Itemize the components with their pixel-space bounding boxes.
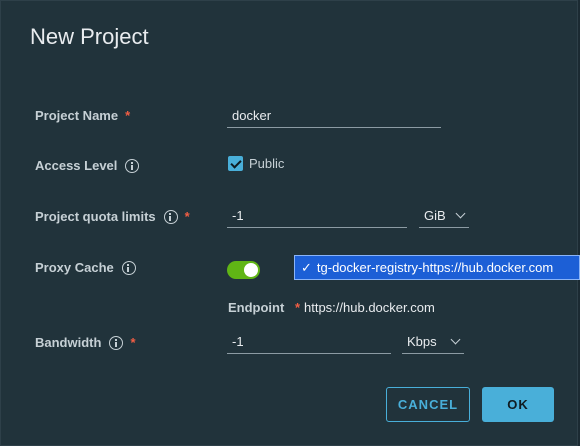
- cancel-button[interactable]: CANCEL: [386, 387, 470, 422]
- quota-input[interactable]: [227, 204, 407, 228]
- checkmark-icon: ✓: [301, 259, 312, 275]
- access-level-label-text: Access Level: [35, 158, 118, 173]
- bandwidth-input[interactable]: [227, 330, 391, 354]
- endpoint-value: https://hub.docker.com: [304, 300, 435, 315]
- access-level-label: Access Level: [35, 158, 140, 173]
- bandwidth-label-text: Bandwidth: [35, 335, 102, 350]
- toggle-knob: [244, 263, 258, 277]
- new-project-dialog: New Project Project Name * Access Level …: [0, 0, 580, 446]
- quota-label-text: Project quota limits: [35, 209, 156, 224]
- quota-label: Project quota limits *: [35, 209, 190, 224]
- info-icon[interactable]: [121, 260, 136, 275]
- project-name-label-text: Project Name: [35, 108, 119, 123]
- endpoint-label-text: Endpoint: [228, 300, 285, 315]
- required-marker: *: [130, 335, 136, 350]
- registry-dropdown-option[interactable]: ✓ tg-docker-registry-https://hub.docker.…: [294, 255, 580, 280]
- chevron-down-icon: [455, 208, 466, 219]
- required-marker: *: [125, 108, 131, 123]
- info-icon[interactable]: [125, 158, 140, 173]
- bandwidth-unit-value: Kbps: [407, 334, 437, 349]
- info-icon[interactable]: [109, 335, 124, 350]
- quota-unit-value: GiB: [424, 208, 446, 223]
- required-marker: *: [184, 209, 190, 224]
- required-marker: *: [294, 300, 301, 315]
- endpoint-label: Endpoint *: [228, 300, 300, 315]
- bandwidth-unit-select[interactable]: Kbps: [402, 330, 464, 354]
- proxy-cache-label: Proxy Cache: [35, 260, 136, 275]
- dialog-title: New Project: [30, 24, 149, 49]
- public-checkbox-label[interactable]: Public: [249, 156, 284, 171]
- info-icon[interactable]: [163, 209, 178, 224]
- bandwidth-label: Bandwidth *: [35, 335, 136, 350]
- chevron-down-icon: [450, 334, 461, 345]
- proxy-cache-label-text: Proxy Cache: [35, 260, 114, 275]
- proxy-cache-toggle[interactable]: [227, 261, 260, 279]
- project-name-input[interactable]: [227, 104, 441, 128]
- ok-button[interactable]: OK: [482, 387, 554, 422]
- public-checkbox[interactable]: [228, 156, 243, 171]
- project-name-label: Project Name *: [35, 108, 130, 123]
- quota-unit-select[interactable]: GiB: [419, 204, 469, 228]
- registry-option-label: tg-docker-registry-https://hub.docker.co…: [316, 260, 554, 275]
